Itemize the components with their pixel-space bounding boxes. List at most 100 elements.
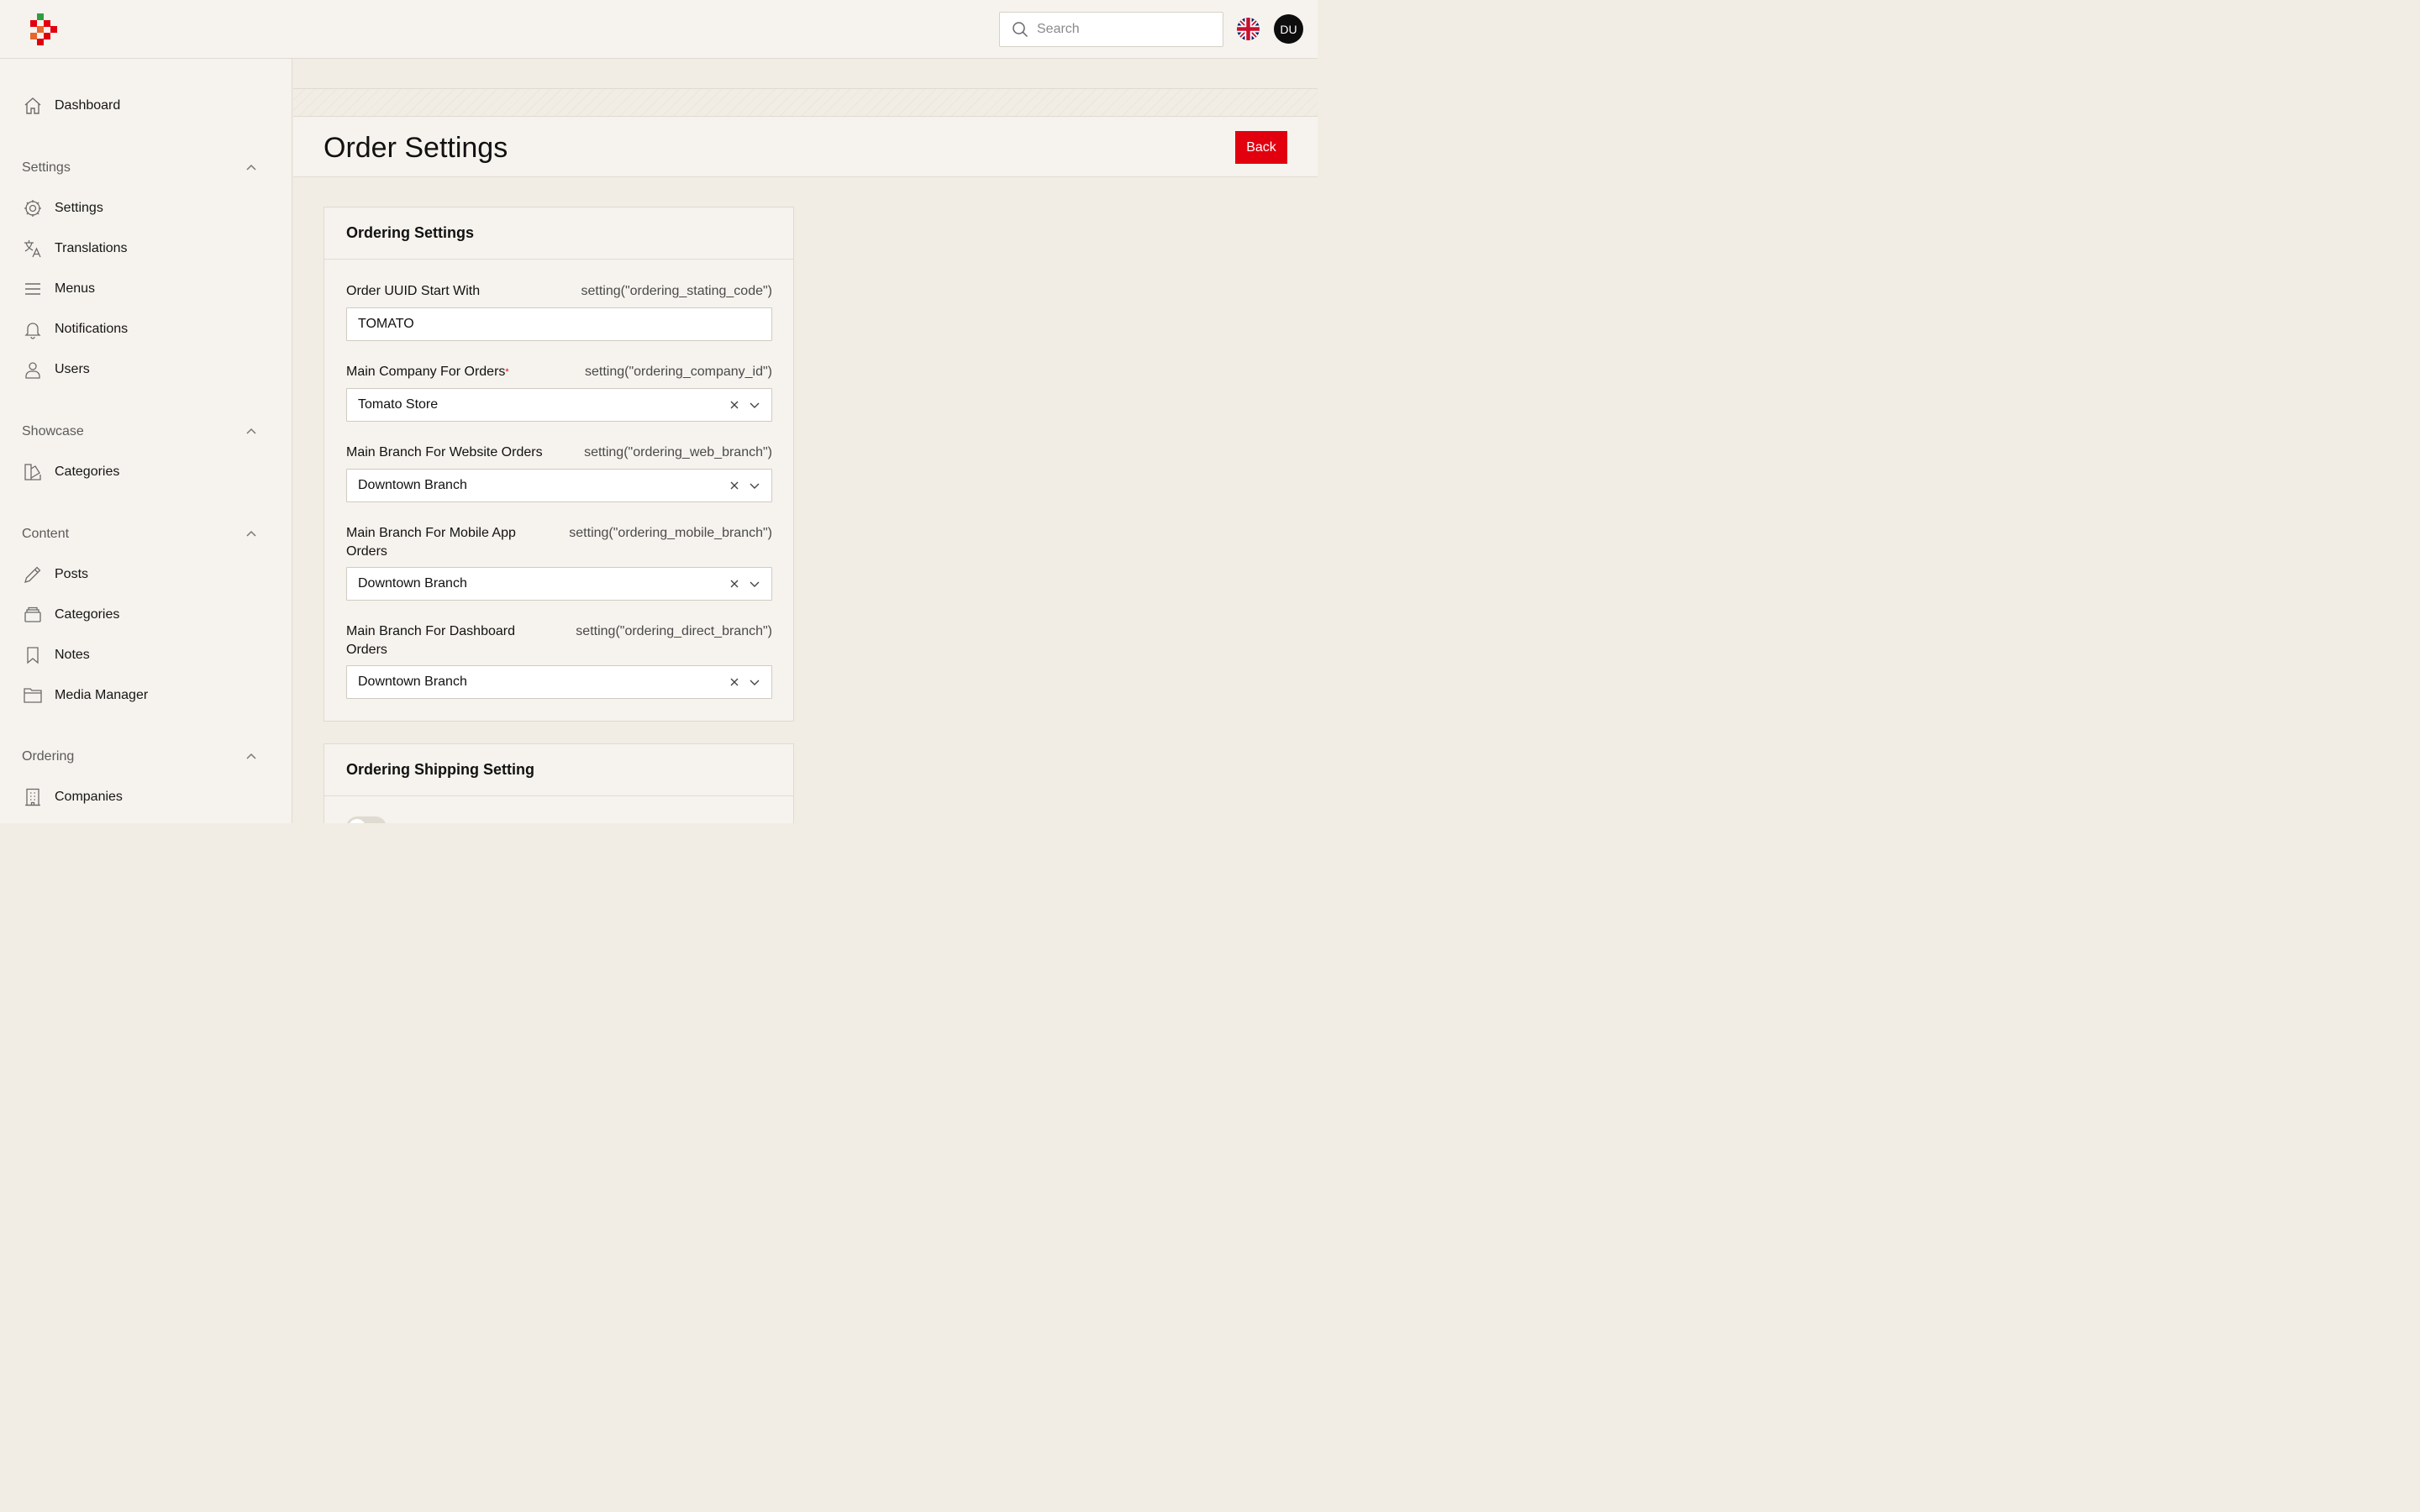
setting-key: setting("ordering_web_branch") (584, 445, 772, 459)
sidebar-group-ordering[interactable]: Ordering (22, 744, 257, 769)
sidebar-item-settings[interactable]: Settings (22, 195, 103, 222)
sidebar-item-label: Posts (55, 567, 89, 581)
chevron-down-icon[interactable] (748, 577, 761, 591)
dashboard-branch-field: Main Branch For Dashboard Orders setting… (346, 622, 772, 699)
stack-icon (22, 604, 44, 626)
clear-icon[interactable] (728, 479, 741, 492)
clear-icon[interactable] (728, 398, 741, 412)
select-value: Tomato Store (358, 397, 439, 412)
chevron-down-icon[interactable] (748, 479, 761, 492)
sidebar-item-label: Users (55, 362, 90, 376)
main-content: Order Settings Back Ordering Settings Or… (293, 59, 1318, 823)
sidebar-item-media-manager[interactable]: Media Manager (22, 682, 148, 709)
select-value: Downtown Branch (358, 675, 467, 689)
group-label: Content (22, 527, 70, 541)
sidebar-item-label: Notifications (55, 322, 129, 336)
translate-icon (22, 238, 44, 260)
sidebar-item-label: Translations (55, 241, 128, 255)
sidebar-item-translations[interactable]: Translations (22, 235, 128, 262)
sidebar-item-notifications[interactable]: Notifications (22, 316, 128, 343)
field-label: Order UUID Start With (346, 284, 481, 298)
mobile-branch-field: Main Branch For Mobile App Orders settin… (346, 524, 772, 601)
chevron-up-icon (246, 753, 256, 759)
web-branch-field: Main Branch For Website Orders setting("… (346, 444, 772, 502)
web-branch-select[interactable]: Downtown Branch (346, 469, 772, 502)
setting-key: setting("ordering_stating_code") (581, 284, 773, 298)
sidebar-item-label: Companies (55, 790, 123, 804)
main-company-select[interactable]: Tomato Store (346, 388, 772, 422)
order-uuid-field: Order UUID Start With setting("ordering_… (346, 282, 773, 341)
page-header: Order Settings Back (293, 117, 1318, 177)
chevron-up-icon (246, 164, 256, 171)
home-icon (22, 95, 44, 117)
header-stripe (293, 88, 1318, 117)
sidebar-group-settings[interactable]: Settings (22, 155, 257, 181)
menu-icon (22, 278, 44, 300)
sidebar-item-dashboard[interactable]: Dashboard (22, 92, 120, 119)
search-input[interactable] (1037, 22, 1205, 37)
search-icon (1013, 22, 1028, 38)
group-label: Showcase (22, 424, 84, 438)
select-value: Downtown Branch (358, 478, 467, 492)
sidebar-item-label: Categories (55, 607, 120, 622)
group-label: Ordering (22, 749, 75, 764)
sidebar-item-showcase-categories[interactable]: Categories (22, 459, 119, 486)
card-header: Ordering Settings (324, 207, 793, 260)
chevron-up-icon (246, 530, 256, 537)
sidebar-item-label: Settings (55, 201, 103, 215)
setting-key: setting("ordering_company_id") (584, 365, 772, 379)
sidebar-item-companies[interactable]: Companies (22, 784, 123, 811)
back-button[interactable]: Back (1235, 131, 1287, 164)
order-uuid-input[interactable] (358, 317, 753, 332)
sidebar-item-label: Notes (55, 648, 90, 662)
shipping-toggle[interactable] (346, 816, 387, 823)
field-label: Main Company For Orders* (346, 365, 509, 379)
main-company-field: Main Company For Orders* setting("orderi… (346, 363, 772, 422)
chevron-up-icon (246, 428, 256, 434)
card-title: Ordering Shipping Setting (346, 761, 534, 778)
field-label: Main Branch For Website Orders (346, 445, 543, 459)
bell-icon (22, 318, 44, 340)
group-label: Settings (22, 160, 71, 175)
card-header: Ordering Shipping Setting (324, 744, 793, 796)
field-label: Main Branch For Dashboard Orders (346, 624, 515, 657)
card-title: Ordering Settings (346, 224, 475, 241)
sidebar-item-users[interactable]: Users (22, 356, 90, 383)
select-value: Downtown Branch (358, 576, 467, 591)
dashboard-branch-select[interactable]: Downtown Branch (346, 665, 772, 699)
required-marker: * (505, 367, 509, 377)
uk-flag-icon[interactable] (1237, 18, 1260, 40)
ordering-settings-card: Ordering Settings Order UUID Start With … (324, 207, 794, 722)
sidebar-item-menus[interactable]: Menus (22, 276, 95, 302)
sidebar-item-content-categories[interactable]: Categories (22, 601, 119, 628)
bookmark-icon (22, 644, 44, 666)
pencil-icon (22, 564, 44, 585)
sidebar-group-content[interactable]: Content (22, 522, 257, 547)
order-uuid-input-box[interactable] (346, 307, 772, 341)
clear-icon[interactable] (728, 675, 741, 689)
sidebar-item-posts[interactable]: Posts (22, 561, 88, 588)
sidebar-item-label: Dashboard (55, 98, 121, 113)
field-label: Main Branch For Mobile App Orders (346, 526, 516, 559)
sidebar-item-notes[interactable]: Notes (22, 642, 90, 669)
setting-key: setting("ordering_direct_branch") (576, 624, 772, 638)
user-avatar[interactable]: DU (1274, 14, 1303, 44)
top-bar: DU (0, 0, 1318, 59)
ordering-shipping-card: Ordering Shipping Setting (324, 743, 794, 823)
sidebar-item-label: Menus (55, 281, 96, 296)
sidebar-item-label: Categories (55, 465, 120, 479)
mobile-branch-select[interactable]: Downtown Branch (346, 567, 772, 601)
chevron-down-icon[interactable] (748, 675, 761, 689)
chevron-down-icon[interactable] (748, 398, 761, 412)
app-logo[interactable] (30, 13, 57, 45)
clear-icon[interactable] (728, 577, 741, 591)
sidebar: Dashboard Settings Settings Translations… (0, 59, 292, 823)
page-title: Order Settings (324, 132, 508, 164)
gear-icon (22, 197, 44, 219)
swatch-icon (22, 461, 44, 483)
sidebar-group-showcase[interactable]: Showcase (22, 419, 257, 444)
folder-icon (22, 685, 44, 706)
building-icon (22, 786, 44, 808)
setting-key: setting("ordering_mobile_branch") (569, 526, 772, 540)
search-box[interactable] (999, 12, 1223, 47)
